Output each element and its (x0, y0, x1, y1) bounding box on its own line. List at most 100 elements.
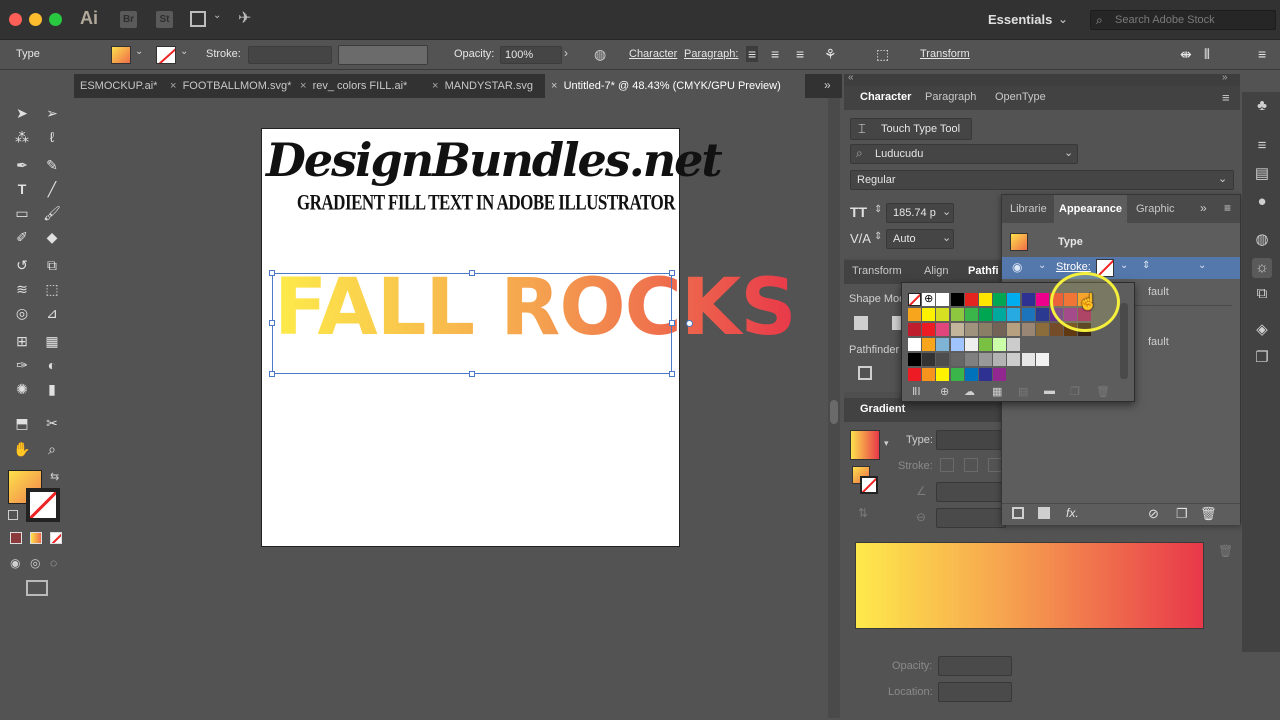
color-swatch[interactable] (950, 293, 964, 306)
line-icon[interactable]: ╱ (40, 178, 64, 200)
text-thread-port[interactable] (686, 320, 693, 327)
gradient-icon[interactable]: ▦ (40, 330, 64, 352)
color-swatch[interactable] (1007, 308, 1021, 321)
fill-swatch[interactable] (111, 46, 131, 64)
tab-gradient[interactable]: Gradient (860, 403, 905, 415)
minimize-window-button[interactable] (29, 13, 42, 26)
color-swatch[interactable] (950, 323, 964, 336)
free-transform-icon[interactable]: ⬚ (40, 278, 64, 300)
color-swatch[interactable] (908, 293, 921, 306)
align-center-icon[interactable]: ≡ (771, 46, 779, 62)
color-swatch[interactable] (936, 338, 950, 351)
panel-menu-icon[interactable]: ≡ (1258, 46, 1266, 62)
collapse-panels-icon[interactable]: » (1222, 72, 1228, 83)
color-swatch[interactable] (950, 353, 964, 366)
opacity-field[interactable]: 100% (500, 46, 562, 64)
color-swatch[interactable] (922, 338, 936, 351)
scrollbar-thumb[interactable] (830, 400, 838, 424)
resize-handle[interactable] (469, 371, 475, 377)
gpu-performance-icon[interactable]: ✈ (238, 8, 251, 28)
properties-icon[interactable]: ≡ (1252, 136, 1272, 156)
color-swatch[interactable] (964, 323, 978, 336)
chevron-down-icon[interactable]: ⌄ (180, 46, 188, 57)
divide-icon[interactable] (858, 366, 872, 380)
color-swatch[interactable] (936, 353, 950, 366)
pen-icon[interactable]: ✒ (10, 154, 34, 176)
color-swatch[interactable] (993, 293, 1007, 306)
color-swatch[interactable] (936, 368, 950, 381)
visibility-eye-icon[interactable]: ◉ (1012, 260, 1022, 274)
chevron-down-icon[interactable]: ⌄ (942, 231, 951, 244)
shaper-icon[interactable]: ✐ (10, 226, 34, 248)
swap-fill-stroke-icon[interactable]: ⇆ (50, 470, 59, 483)
color-swatch[interactable] (993, 308, 1007, 321)
color-swatch[interactable] (1007, 293, 1021, 306)
transform-panel-link[interactable]: Transform (920, 48, 970, 60)
shape-builder-icon[interactable]: ◎ (10, 302, 34, 324)
font-family-field[interactable]: Luducudu (850, 144, 1078, 164)
swatches-icon[interactable]: ● (1252, 192, 1272, 212)
gradient-location-field[interactable] (938, 682, 1012, 702)
recolor-artwork-icon[interactable]: ◍ (594, 46, 606, 63)
color-swatch[interactable] (950, 308, 964, 321)
puppet-warp-icon[interactable]: ⚘ (824, 46, 837, 63)
headline-text[interactable]: DesignBundles.net (266, 133, 723, 187)
isolate-icon[interactable]: ⇼ (1180, 46, 1192, 63)
color-mode-icon[interactable] (10, 532, 22, 544)
reverse-gradient-icon[interactable]: ⇅ (858, 506, 868, 520)
color-swatch[interactable] (950, 368, 964, 381)
tab-libraries[interactable]: Librarie (1010, 203, 1047, 215)
tab-rev-colors[interactable]: × rev_ colors FILL.ai* (294, 74, 424, 98)
color-swatch[interactable] (936, 323, 950, 336)
color-swatch[interactable] (1035, 353, 1049, 366)
canvas-scrollbar[interactable] (828, 98, 840, 718)
close-tab-icon[interactable]: × (432, 80, 438, 92)
selection-bounding-box[interactable] (269, 270, 675, 377)
color-swatch[interactable] (908, 338, 921, 351)
blend-icon[interactable]: ◐ (40, 354, 64, 376)
tab-character[interactable]: Character (860, 91, 911, 103)
club-icon[interactable]: ♣ (1252, 96, 1272, 116)
chevron-right-icon[interactable]: › (564, 46, 568, 60)
color-swatch[interactable] (1035, 293, 1049, 306)
touch-type-tool-button[interactable]: Touch Type Tool (850, 118, 972, 140)
color-swatch[interactable] (1007, 353, 1021, 366)
direct-selection-icon[interactable]: ➢ (40, 102, 64, 124)
rotate-icon[interactable]: ↺ (10, 254, 34, 276)
mesh-icon[interactable]: ⊞ (10, 330, 34, 352)
color-swatch[interactable]: ⊕ (922, 293, 936, 306)
distribute-icon[interactable]: ⫴ (1204, 46, 1210, 63)
chevron-down-icon[interactable]: ⌄ (1064, 146, 1073, 159)
resize-handle[interactable] (469, 270, 475, 276)
variable-width-profile[interactable] (338, 45, 428, 65)
tab-esmockup[interactable]: ESMOCKUP.ai* (74, 74, 162, 98)
color-swatch[interactable] (908, 353, 921, 366)
color-swatch[interactable] (964, 338, 978, 351)
swatch-kinds-icon[interactable]: ⊕ (940, 385, 949, 398)
stepper-icon[interactable]: ⇕ (874, 231, 882, 242)
draw-inside-icon[interactable]: ◌ (50, 556, 57, 570)
stroke-option-icon[interactable] (940, 458, 954, 472)
perspective-icon[interactable]: ⊿ (40, 302, 64, 324)
bridge-button[interactable]: Br (120, 11, 137, 28)
artboards-icon[interactable]: ❐ (1252, 348, 1272, 368)
tab-mandystar[interactable]: × MANDYSTAR.svg (426, 74, 546, 98)
tab-opentype[interactable]: OpenType (995, 91, 1046, 103)
magic-wand-icon[interactable]: ⁂ (10, 126, 34, 148)
eraser-icon[interactable]: ◆ (40, 226, 64, 248)
chevron-down-icon[interactable]: ⌄ (1198, 260, 1206, 271)
tab-pathfinder[interactable]: Pathfi (968, 265, 999, 277)
align-options-icon[interactable]: ⬚ (876, 46, 889, 63)
color-swatch[interactable] (1050, 323, 1063, 336)
tab-untitled-7[interactable]: × Untitled-7* @ 48.43% (CMYK/GPU Preview… (545, 74, 805, 98)
stock-search-input[interactable]: Search Adobe Stock (1090, 10, 1276, 30)
color-swatch[interactable] (936, 293, 950, 306)
resize-handle[interactable] (669, 320, 675, 326)
align-right-icon[interactable]: ≡ (796, 46, 804, 62)
close-tab-icon[interactable]: × (551, 80, 557, 92)
stroke-row[interactable]: ◉ ⌄ Stroke: ⌄ ⇕ ⌄ (1002, 257, 1240, 279)
resize-handle[interactable] (269, 270, 275, 276)
clear-appearance-icon[interactable]: ⊘ (1148, 506, 1159, 522)
font-style-field[interactable]: Regular (850, 170, 1234, 190)
subtitle-text[interactable]: GRADIENT FILL TEXT IN ADOBE ILLUSTRATOR (297, 190, 676, 216)
